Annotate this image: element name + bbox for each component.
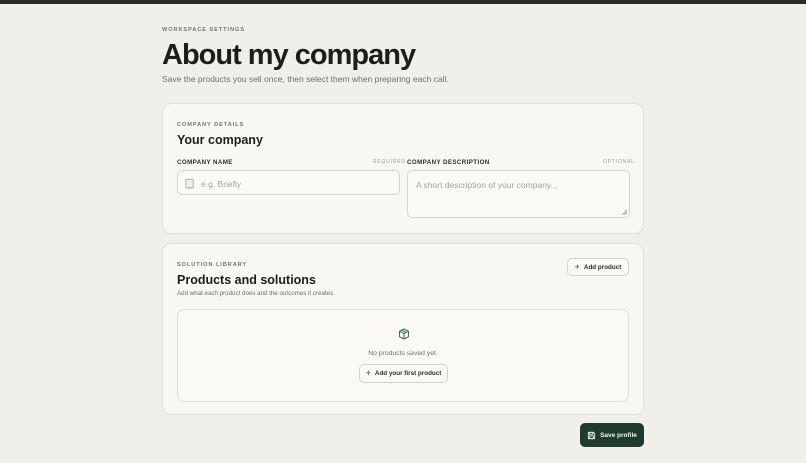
products-card: SOLUTION LIBRARY Products and solutions … [162,243,644,415]
page-eyebrow: WORKSPACE SETTINGS [162,27,245,33]
products-empty-state: No products saved yet. + Add your first … [177,309,629,402]
company-description-textarea[interactable]: A short description of your company... [407,170,630,218]
company-card-title: Your company [177,133,263,147]
empty-message: No products saved yet. [368,350,438,357]
required-tag: REQUIRED [373,159,406,165]
add-product-button[interactable]: + Add product [567,258,629,276]
resize-handle-icon[interactable] [621,209,627,215]
add-product-label: Add product [583,263,622,271]
company-description-label: COMPANY DESCRIPTION [407,159,490,166]
company-details-eyebrow: COMPANY DETAILS [177,122,245,128]
plus-icon: + [574,261,580,272]
optional-tag: OPTIONAL [603,159,635,165]
package-icon [399,328,409,340]
company-name-label: COMPANY NAME [177,159,233,166]
company-details-card: COMPANY DETAILS Your company COMPANY NAM… [162,103,644,234]
save-icon [587,431,596,439]
save-profile-button[interactable]: Save profile [580,423,644,447]
plus-icon: + [365,368,371,378]
save-profile-label: Save profile [600,431,637,439]
company-name-placeholder: e.g. Briefly [201,179,242,189]
building-icon [185,178,194,189]
page-title: About my company [162,39,416,71]
add-first-product-button[interactable]: + Add your first product [359,364,448,383]
solution-library-eyebrow: SOLUTION LIBRARY [177,262,248,268]
add-first-product-label: Add your first product [374,370,442,377]
company-description-placeholder: A short description of your company... [416,180,558,190]
company-name-input[interactable]: e.g. Briefly [177,170,400,195]
page-subtitle: Save the products you sell once, then se… [162,74,449,84]
top-bar [0,0,806,4]
products-card-title: Products and solutions [177,273,316,287]
products-card-subtitle: Add what each product does and the outco… [177,290,335,297]
